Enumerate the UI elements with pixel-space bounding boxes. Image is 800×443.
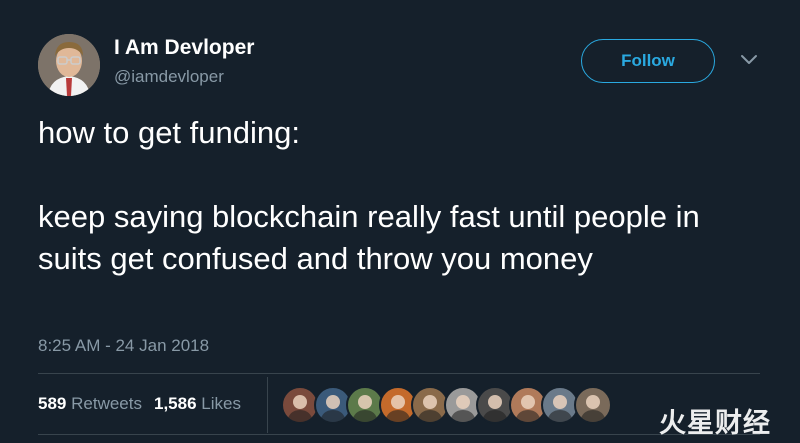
retweets-count: 589 bbox=[38, 394, 67, 413]
liker-avatar-10[interactable] bbox=[573, 386, 612, 424]
tweet-stats: 589 Retweets 1,586 Likes bbox=[38, 394, 241, 414]
author-name[interactable]: I Am Devloper bbox=[114, 36, 254, 60]
tweet-text: how to get funding: keep saying blockcha… bbox=[38, 115, 700, 276]
watermark-logo: 火星财经 bbox=[659, 408, 771, 439]
stats-vertical-divider bbox=[267, 377, 268, 433]
likes-count: 1,586 bbox=[153, 394, 197, 413]
chevron-down-icon[interactable] bbox=[738, 52, 760, 68]
likes-label: Likes bbox=[201, 394, 241, 413]
author-avatar[interactable] bbox=[38, 34, 100, 96]
likes-stat[interactable]: 1,586 Likes bbox=[154, 394, 241, 413]
author-handle[interactable]: @iamdevloper bbox=[114, 67, 224, 87]
follow-button[interactable]: Follow bbox=[581, 39, 715, 83]
stats-divider-top bbox=[38, 373, 760, 374]
stats-divider-bottom bbox=[38, 434, 760, 435]
tweet-timestamp[interactable]: 8:25 AM - 24 Jan 2018 bbox=[38, 336, 209, 356]
retweets-label: Retweets bbox=[71, 394, 142, 413]
retweets-stat[interactable]: 589 Retweets bbox=[38, 394, 142, 413]
